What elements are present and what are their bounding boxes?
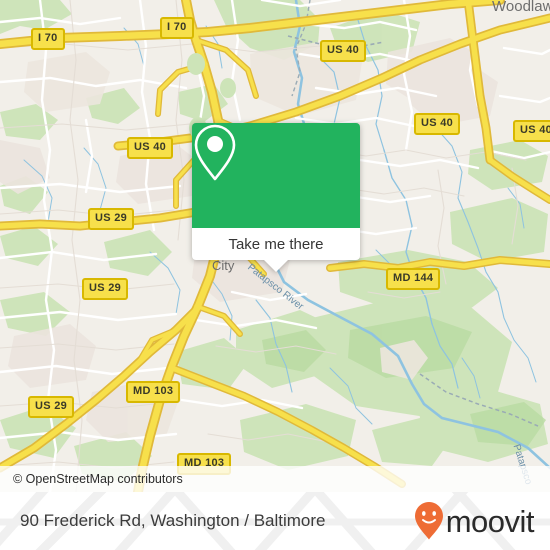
take-me-there-button[interactable]: Take me there xyxy=(192,228,360,260)
location-address: 90 Frederick Rd, Washington / Baltimore xyxy=(20,511,326,530)
map-place-label: City xyxy=(212,258,235,273)
moovit-map-screenshot: I 70 I 70 US 40 US 40 US 40 US 40 US 29 US 29 MD… xyxy=(0,0,550,550)
popup-tail-pointer xyxy=(264,260,288,272)
highway-shield: US 40 xyxy=(414,113,461,135)
osm-attribution-text: © OpenStreetMap contributors xyxy=(13,472,183,486)
moovit-logo[interactable]: moovit xyxy=(414,501,535,541)
osm-attribution-bar: © OpenStreetMap contributors xyxy=(0,466,550,492)
footer-bar: 90 Frederick Rd, Washington / Baltimore … xyxy=(0,492,550,550)
moovit-wordmark: moovit xyxy=(445,503,535,539)
highway-shield: US 29 xyxy=(82,278,129,300)
highway-shield: MD 103 xyxy=(126,381,181,403)
highway-shield: US 40 xyxy=(320,40,367,62)
highway-shield: US 40 xyxy=(513,120,550,142)
highway-shield: MD 144 xyxy=(386,268,441,290)
location-popup-card[interactable]: Take me there xyxy=(192,123,360,272)
highway-shield: I 70 xyxy=(160,17,194,39)
map-canvas[interactable]: I 70 I 70 US 40 US 40 US 40 US 40 US 29 US 29 MD… xyxy=(0,0,550,492)
popup-image-area xyxy=(192,123,360,228)
highway-shield: I 70 xyxy=(31,28,65,50)
highway-shield: US 29 xyxy=(28,396,75,418)
highway-shield: US 29 xyxy=(88,208,135,230)
moovit-pin-smiley-icon xyxy=(414,502,443,540)
highway-shield: US 40 xyxy=(127,137,174,159)
map-pin-icon xyxy=(194,124,236,181)
take-me-there-label: Take me there xyxy=(228,235,324,253)
map-place-label: Woodlaw xyxy=(492,0,550,15)
